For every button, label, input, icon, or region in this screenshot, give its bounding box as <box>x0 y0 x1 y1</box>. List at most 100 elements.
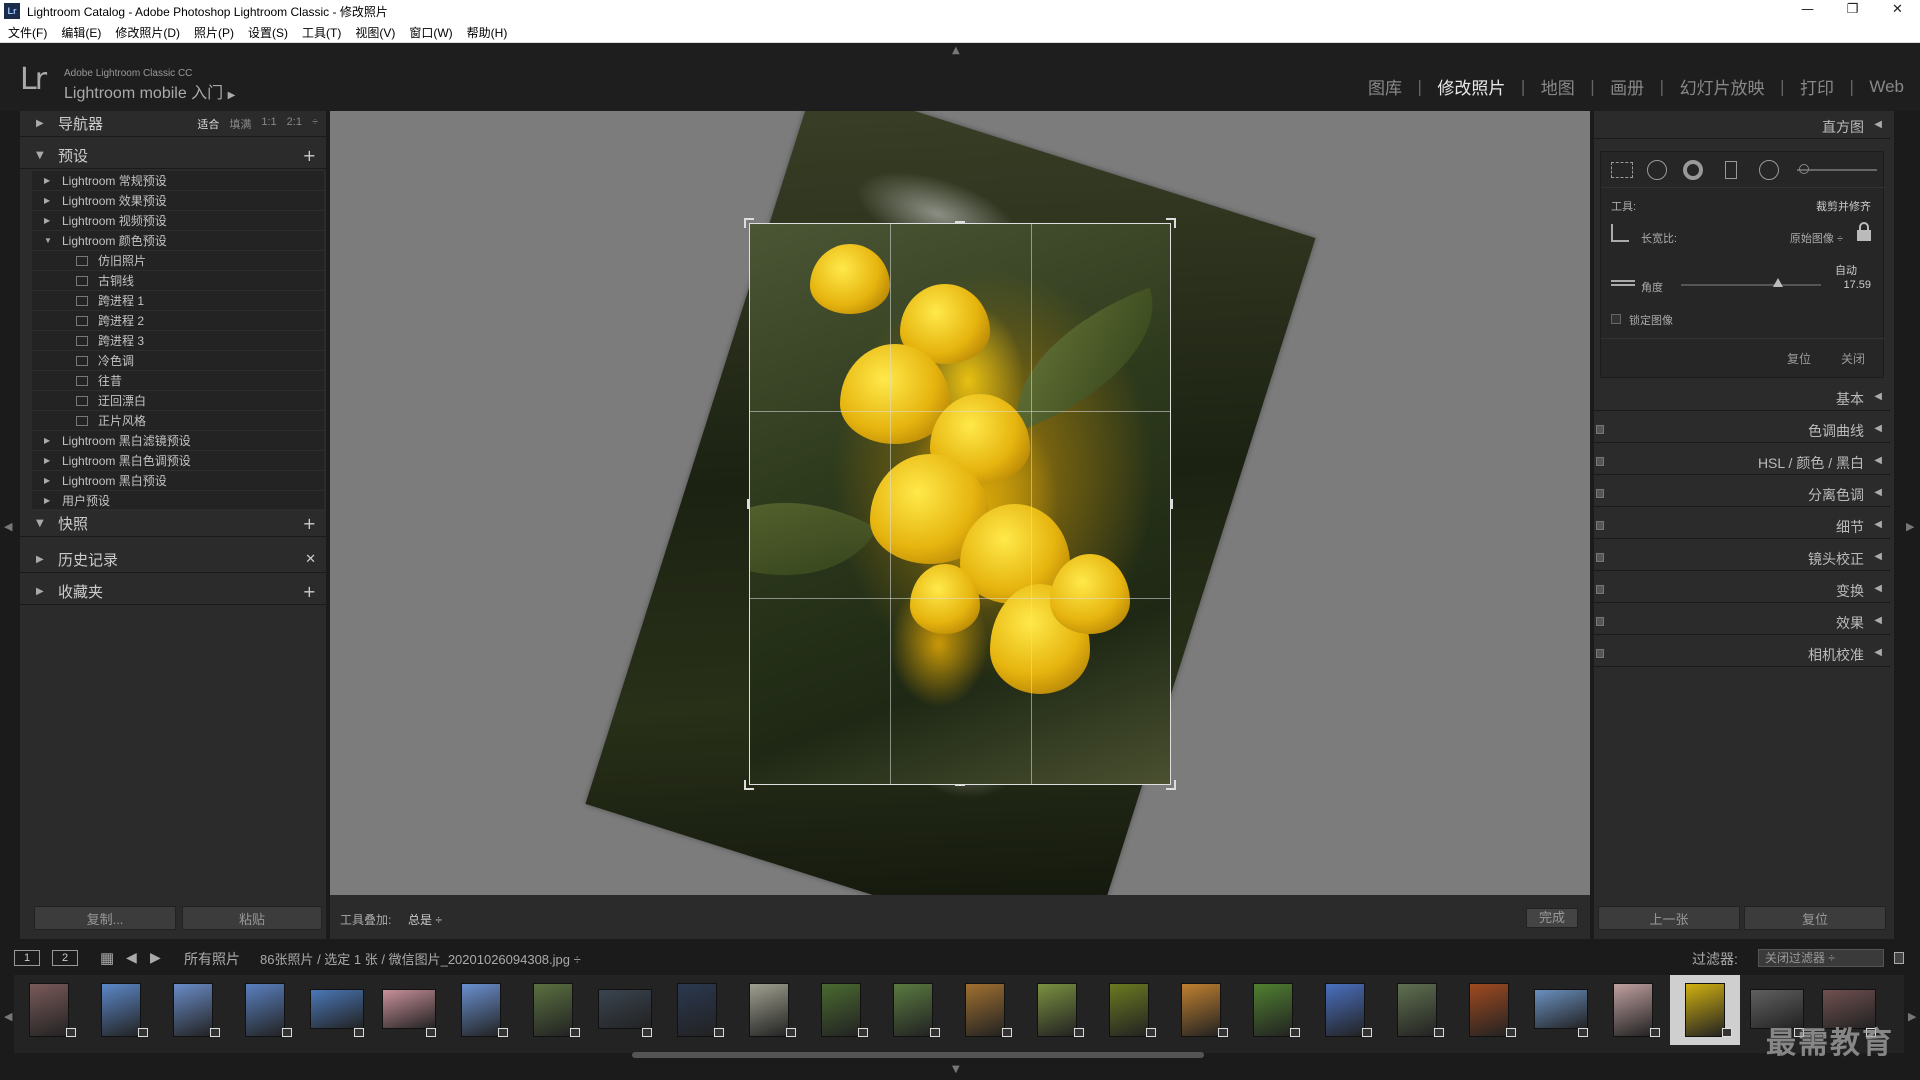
copy-settings-button[interactable]: 复制... <box>34 906 176 930</box>
panel-switch-icon[interactable] <box>1596 649 1604 658</box>
preset-folder[interactable]: ▶ Lightroom 效果预设 <box>32 191 324 211</box>
graduated-filter-tool-icon[interactable] <box>1725 161 1737 179</box>
thumbnail[interactable] <box>158 975 228 1045</box>
panel-header[interactable]: 变换 ◀ <box>1594 575 1890 603</box>
done-button[interactable]: 完成 <box>1526 908 1578 928</box>
collections-header[interactable]: ▶ 收藏夹 + <box>20 579 326 605</box>
zoom-stepper-icon[interactable]: ÷ <box>312 116 318 132</box>
forward-arrow-icon[interactable]: ▶ <box>150 949 161 966</box>
preset-item[interactable]: 跨进程 1 <box>32 291 324 311</box>
zoom-fit[interactable]: 适合 <box>197 116 219 132</box>
tool-overlay-select[interactable]: 总是 ÷ <box>408 911 442 928</box>
panel-switch-icon[interactable] <box>1596 521 1604 530</box>
panel-switch-icon[interactable] <box>1596 585 1604 594</box>
crop-reset-button[interactable]: 复位 <box>1787 350 1811 367</box>
preset-item[interactable]: 正片风格 <box>32 411 324 431</box>
straighten-tool-icon[interactable] <box>1611 280 1635 286</box>
crop-edge-handle[interactable] <box>1171 499 1173 509</box>
thumbnail[interactable] <box>518 975 588 1045</box>
crop-edge-handle[interactable] <box>747 499 749 509</box>
auto-straighten-button[interactable]: 自动 <box>1835 262 1857 278</box>
thumbnail[interactable] <box>734 975 804 1045</box>
thumbnail[interactable] <box>86 975 156 1045</box>
preset-folder[interactable]: ▶ 用户预设 <box>32 491 324 511</box>
thumbnail[interactable] <box>1094 975 1164 1045</box>
panel-switch-icon[interactable] <box>1596 553 1604 562</box>
thumbnail[interactable] <box>230 975 300 1045</box>
angle-slider-thumb[interactable] <box>1773 278 1784 287</box>
collapse-right-panel-icon[interactable]: ▶ <box>1906 520 1914 533</box>
preset-item[interactable]: 古铜线 <box>32 271 324 291</box>
aspect-ratio-select[interactable]: 原始图像 ÷ <box>1790 230 1843 246</box>
thumbnail[interactable] <box>1598 975 1668 1045</box>
filmstrip-scroll-right-icon[interactable]: ▶ <box>1908 1010 1916 1023</box>
module-develop[interactable]: 修改照片 <box>1437 74 1505 99</box>
reset-all-button[interactable]: 复位 <box>1744 906 1886 930</box>
clear-history-icon[interactable]: ✕ <box>305 552 316 567</box>
panel-header[interactable]: 相机校准 ◀ <box>1594 639 1890 667</box>
secondary-window-button[interactable]: 2 <box>52 950 78 966</box>
minimize-button[interactable]: — <box>1785 0 1830 22</box>
crop-corner-handle[interactable] <box>1166 218 1176 228</box>
brush-tool-icon[interactable] <box>1799 164 1809 174</box>
thumbnail[interactable] <box>590 975 660 1045</box>
collapse-filmstrip-icon[interactable]: ▼ <box>952 1064 960 1075</box>
panel-switch-icon[interactable] <box>1596 489 1604 498</box>
module-print[interactable]: 打印 <box>1800 74 1834 99</box>
brush-size-slider[interactable] <box>1797 169 1877 171</box>
lock-icon[interactable] <box>1857 222 1871 242</box>
navigator-header[interactable]: ▶ 导航器 适合 填满 1:1 2:1 ÷ <box>20 111 326 137</box>
preset-folder[interactable]: ▶ Lightroom 常规预设 <box>32 171 324 191</box>
spot-removal-tool-icon[interactable] <box>1647 160 1667 180</box>
thumbnail[interactable] <box>1454 975 1524 1045</box>
panel-header[interactable]: 基本 ◀ <box>1594 383 1890 411</box>
thumbnail[interactable] <box>806 975 876 1045</box>
add-snapshot-icon[interactable]: + <box>303 514 316 533</box>
preset-item[interactable]: 迂回漂白 <box>32 391 324 411</box>
preset-item[interactable]: 跨进程 3 <box>32 331 324 351</box>
crop-frame-tool-icon[interactable] <box>1611 224 1629 242</box>
module-slideshow[interactable]: 幻灯片放映 <box>1680 74 1765 99</box>
lock-image-checkbox[interactable] <box>1611 314 1621 324</box>
red-eye-tool-icon[interactable] <box>1683 160 1703 180</box>
thumbnail[interactable] <box>374 975 444 1045</box>
crop-overlay-tool-icon[interactable] <box>1611 162 1633 178</box>
presets-header[interactable]: ▼ 预设 + <box>20 143 326 169</box>
thumbnail[interactable] <box>1382 975 1452 1045</box>
menu-settings[interactable]: 设置(S) <box>248 24 288 41</box>
collapse-left-panel-icon[interactable]: ◀ <box>4 520 12 533</box>
lightroom-mobile-link[interactable]: Lightroom mobile 入门 ▶ <box>64 79 235 103</box>
filter-lock-icon[interactable] <box>1894 952 1904 964</box>
histogram-header[interactable]: 直方图 ◀ <box>1594 111 1890 139</box>
menu-help[interactable]: 帮助(H) <box>467 24 508 41</box>
thumbnail[interactable] <box>14 975 84 1045</box>
module-web[interactable]: Web <box>1869 77 1904 97</box>
preset-item[interactable]: 仿旧照片 <box>32 251 324 271</box>
preset-item[interactable]: 往昔 <box>32 371 324 391</box>
collapse-top-panel-icon[interactable]: ▲ <box>952 45 960 56</box>
back-arrow-icon[interactable]: ◀ <box>126 949 137 966</box>
history-header[interactable]: ▶ 历史记录 ✕ <box>20 547 326 573</box>
preset-folder[interactable]: ▼ Lightroom 颜色预设 <box>32 231 324 251</box>
menu-file[interactable]: 文件(F) <box>8 24 47 41</box>
panel-switch-icon[interactable] <box>1596 457 1604 466</box>
preset-folder[interactable]: ▶ Lightroom 黑白预设 <box>32 471 324 491</box>
filter-select[interactable]: 关闭过滤器 ÷ <box>1758 949 1884 967</box>
thumbnail[interactable] <box>302 975 372 1045</box>
image-canvas[interactable] <box>330 111 1590 895</box>
panel-header[interactable]: 效果 ◀ <box>1594 607 1890 635</box>
previous-button[interactable]: 上一张 <box>1598 906 1740 930</box>
thumbnail[interactable] <box>1166 975 1236 1045</box>
thumbnail[interactable] <box>878 975 948 1045</box>
preset-folder[interactable]: ▶ Lightroom 视频预设 <box>32 211 324 231</box>
thumbnail-selected[interactable] <box>1670 975 1740 1045</box>
thumbnail[interactable] <box>1526 975 1596 1045</box>
crop-close-button[interactable]: 关闭 <box>1841 350 1865 367</box>
paste-settings-button[interactable]: 粘贴 <box>182 906 322 930</box>
zoom-2-1[interactable]: 2:1 <box>287 116 302 132</box>
panel-switch-icon[interactable] <box>1596 617 1604 626</box>
menu-develop[interactable]: 修改照片(D) <box>115 24 180 41</box>
module-book[interactable]: 画册 <box>1610 74 1644 99</box>
main-window-button[interactable]: 1 <box>14 950 40 966</box>
panel-header[interactable]: 镜头校正 ◀ <box>1594 543 1890 571</box>
